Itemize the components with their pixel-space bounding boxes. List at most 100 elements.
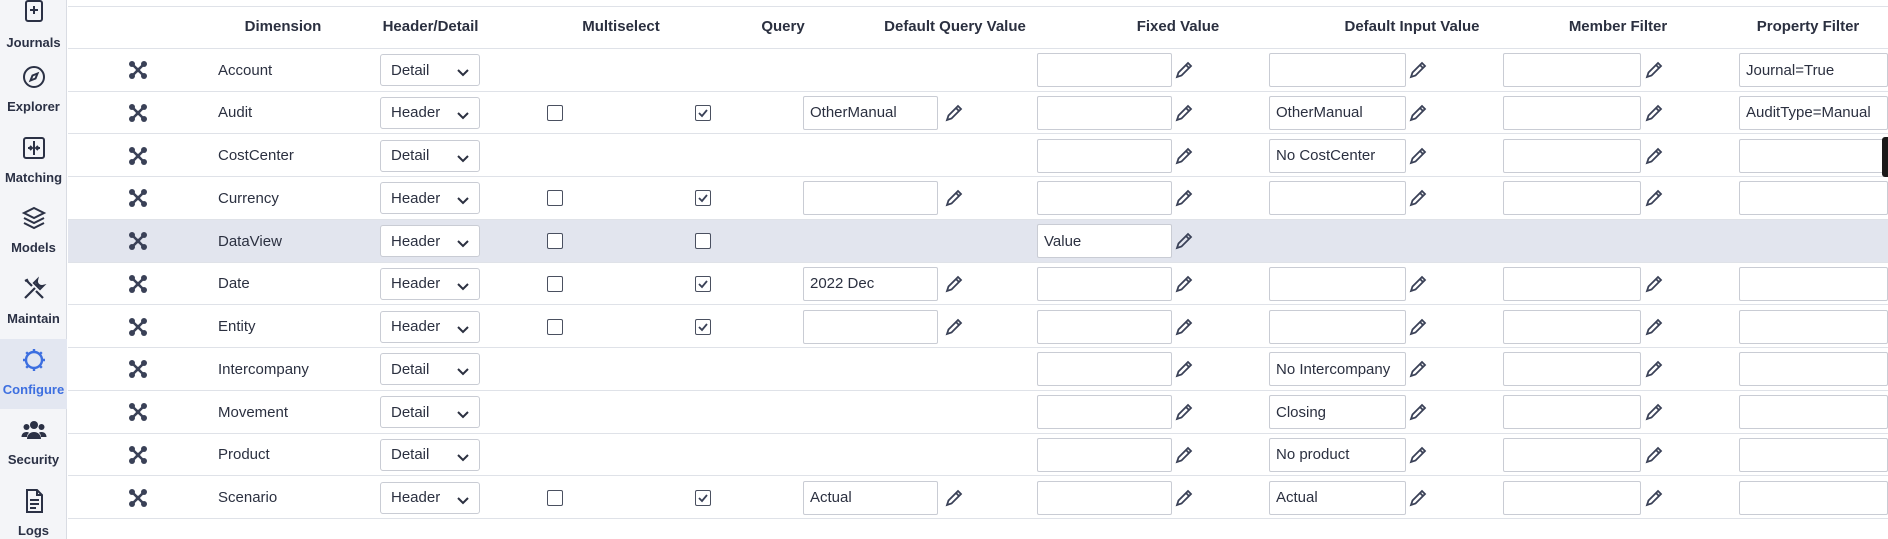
query-checkbox[interactable] — [695, 104, 711, 121]
header-detail-select[interactable]: Detail — [380, 396, 480, 428]
edit-default-query-pencil-icon[interactable] — [944, 188, 964, 208]
query-checkbox[interactable] — [695, 275, 711, 292]
fixed-value-input[interactable] — [1037, 181, 1172, 216]
sidebar-item-matching[interactable]: Matching — [0, 127, 67, 197]
edit-member-filter-pencil-icon[interactable] — [1644, 488, 1664, 508]
edit-default-input-pencil-icon[interactable] — [1408, 103, 1428, 123]
multiselect-checkbox[interactable] — [547, 104, 563, 121]
header-detail-select[interactable]: Header — [380, 182, 480, 215]
member-filter-input[interactable] — [1503, 352, 1641, 387]
fixed-value-input[interactable] — [1037, 95, 1172, 130]
default-input-value-input[interactable] — [1269, 309, 1406, 344]
member-filter-input[interactable] — [1503, 138, 1641, 173]
edit-fixed-value-pencil-icon[interactable] — [1174, 274, 1194, 294]
default-input-value-input[interactable] — [1269, 53, 1406, 87]
default-query-value-input[interactable]: 2022 Dec — [803, 266, 938, 301]
edit-fixed-value-pencil-icon[interactable] — [1174, 445, 1194, 465]
drag-handle-icon[interactable] — [126, 477, 150, 519]
drag-handle-icon[interactable] — [126, 135, 150, 177]
edit-default-query-pencil-icon[interactable] — [944, 317, 964, 337]
query-checkbox[interactable] — [695, 318, 711, 335]
drag-handle-icon[interactable] — [126, 348, 150, 390]
edit-fixed-value-pencil-icon[interactable] — [1174, 188, 1194, 208]
header-detail-select[interactable]: Header — [380, 310, 480, 343]
edit-default-input-pencil-icon[interactable] — [1408, 488, 1428, 508]
edit-default-input-pencil-icon[interactable] — [1408, 359, 1428, 379]
default-input-value-input[interactable]: OtherManual — [1269, 95, 1406, 130]
drag-handle-icon[interactable] — [126, 49, 150, 91]
query-checkbox[interactable] — [695, 233, 711, 249]
fixed-value-input[interactable] — [1037, 437, 1172, 472]
member-filter-input[interactable] — [1503, 266, 1641, 301]
default-input-value-input[interactable] — [1269, 181, 1406, 216]
property-filter-input[interactable] — [1739, 352, 1888, 387]
sidebar-item-logs[interactable]: Logs — [0, 480, 67, 539]
multiselect-checkbox[interactable] — [547, 275, 563, 292]
sidebar-item-explorer[interactable]: Explorer — [0, 56, 67, 126]
edit-member-filter-pencil-icon[interactable] — [1644, 359, 1664, 379]
column-header-header-detail[interactable]: Header/Detail — [368, 7, 493, 49]
column-header-query[interactable]: Query — [718, 7, 848, 49]
edit-fixed-value-pencil-icon[interactable] — [1174, 231, 1194, 251]
edit-fixed-value-pencil-icon[interactable] — [1174, 103, 1194, 123]
edit-default-query-pencil-icon[interactable] — [944, 103, 964, 123]
property-filter-input[interactable]: AuditType=Manual — [1739, 95, 1888, 130]
edit-fixed-value-pencil-icon[interactable] — [1174, 146, 1194, 166]
edit-default-input-pencil-icon[interactable] — [1408, 402, 1428, 422]
edit-member-filter-pencil-icon[interactable] — [1644, 445, 1664, 465]
default-input-value-input[interactable] — [1269, 266, 1406, 301]
drag-handle-icon[interactable] — [126, 306, 150, 348]
edit-default-input-pencil-icon[interactable] — [1408, 146, 1428, 166]
column-header-default-query-value[interactable]: Default Query Value — [855, 7, 1055, 49]
column-header-fixed-value[interactable]: Fixed Value — [1088, 7, 1268, 49]
edit-default-input-pencil-icon[interactable] — [1408, 274, 1428, 294]
multiselect-checkbox[interactable] — [547, 190, 563, 207]
default-query-value-input[interactable] — [803, 181, 938, 216]
member-filter-input[interactable] — [1503, 181, 1641, 216]
scrollbar-handle[interactable] — [1882, 137, 1888, 177]
property-filter-input[interactable] — [1739, 266, 1888, 301]
edit-member-filter-pencil-icon[interactable] — [1644, 402, 1664, 422]
edit-member-filter-pencil-icon[interactable] — [1644, 274, 1664, 294]
edit-default-input-pencil-icon[interactable] — [1408, 60, 1428, 80]
edit-default-input-pencil-icon[interactable] — [1408, 188, 1428, 208]
sidebar-item-journals[interactable]: Journals — [0, 0, 67, 62]
multiselect-checkbox[interactable] — [547, 233, 563, 249]
fixed-value-input[interactable] — [1037, 53, 1172, 87]
column-header-member-filter[interactable]: Member Filter — [1528, 7, 1708, 49]
edit-fixed-value-pencil-icon[interactable] — [1174, 359, 1194, 379]
sidebar-item-configure[interactable]: Configure — [0, 339, 67, 409]
default-input-value-input[interactable]: Actual — [1269, 480, 1406, 515]
multiselect-checkbox[interactable] — [547, 489, 563, 506]
edit-member-filter-pencil-icon[interactable] — [1644, 188, 1664, 208]
fixed-value-input[interactable] — [1037, 138, 1172, 173]
fixed-value-input[interactable] — [1037, 480, 1172, 515]
edit-default-query-pencil-icon[interactable] — [944, 488, 964, 508]
column-header-property-filter[interactable]: Property Filter — [1728, 7, 1888, 49]
member-filter-input[interactable] — [1503, 437, 1641, 472]
edit-member-filter-pencil-icon[interactable] — [1644, 60, 1664, 80]
fixed-value-input[interactable] — [1037, 395, 1172, 429]
member-filter-input[interactable] — [1503, 53, 1641, 87]
drag-handle-icon[interactable] — [126, 391, 150, 433]
default-query-value-input[interactable]: Actual — [803, 480, 938, 515]
member-filter-input[interactable] — [1503, 480, 1641, 515]
sidebar-item-models[interactable]: Models — [0, 197, 67, 267]
member-filter-input[interactable] — [1503, 395, 1641, 429]
property-filter-input[interactable] — [1739, 138, 1888, 173]
column-header-default-input-value[interactable]: Default Input Value — [1302, 7, 1522, 49]
header-detail-select[interactable]: Detail — [380, 54, 480, 86]
edit-default-input-pencil-icon[interactable] — [1408, 445, 1428, 465]
property-filter-input[interactable] — [1739, 480, 1888, 515]
default-query-value-input[interactable] — [803, 309, 938, 344]
query-checkbox[interactable] — [695, 190, 711, 207]
header-detail-select[interactable]: Header — [380, 96, 480, 129]
header-detail-select[interactable]: Detail — [380, 139, 480, 172]
edit-default-query-pencil-icon[interactable] — [944, 274, 964, 294]
fixed-value-input[interactable] — [1037, 352, 1172, 387]
edit-member-filter-pencil-icon[interactable] — [1644, 317, 1664, 337]
query-checkbox[interactable] — [695, 489, 711, 506]
column-header-dimension[interactable]: Dimension — [218, 7, 348, 49]
header-detail-select[interactable]: Detail — [380, 353, 480, 386]
property-filter-input[interactable] — [1739, 181, 1888, 216]
